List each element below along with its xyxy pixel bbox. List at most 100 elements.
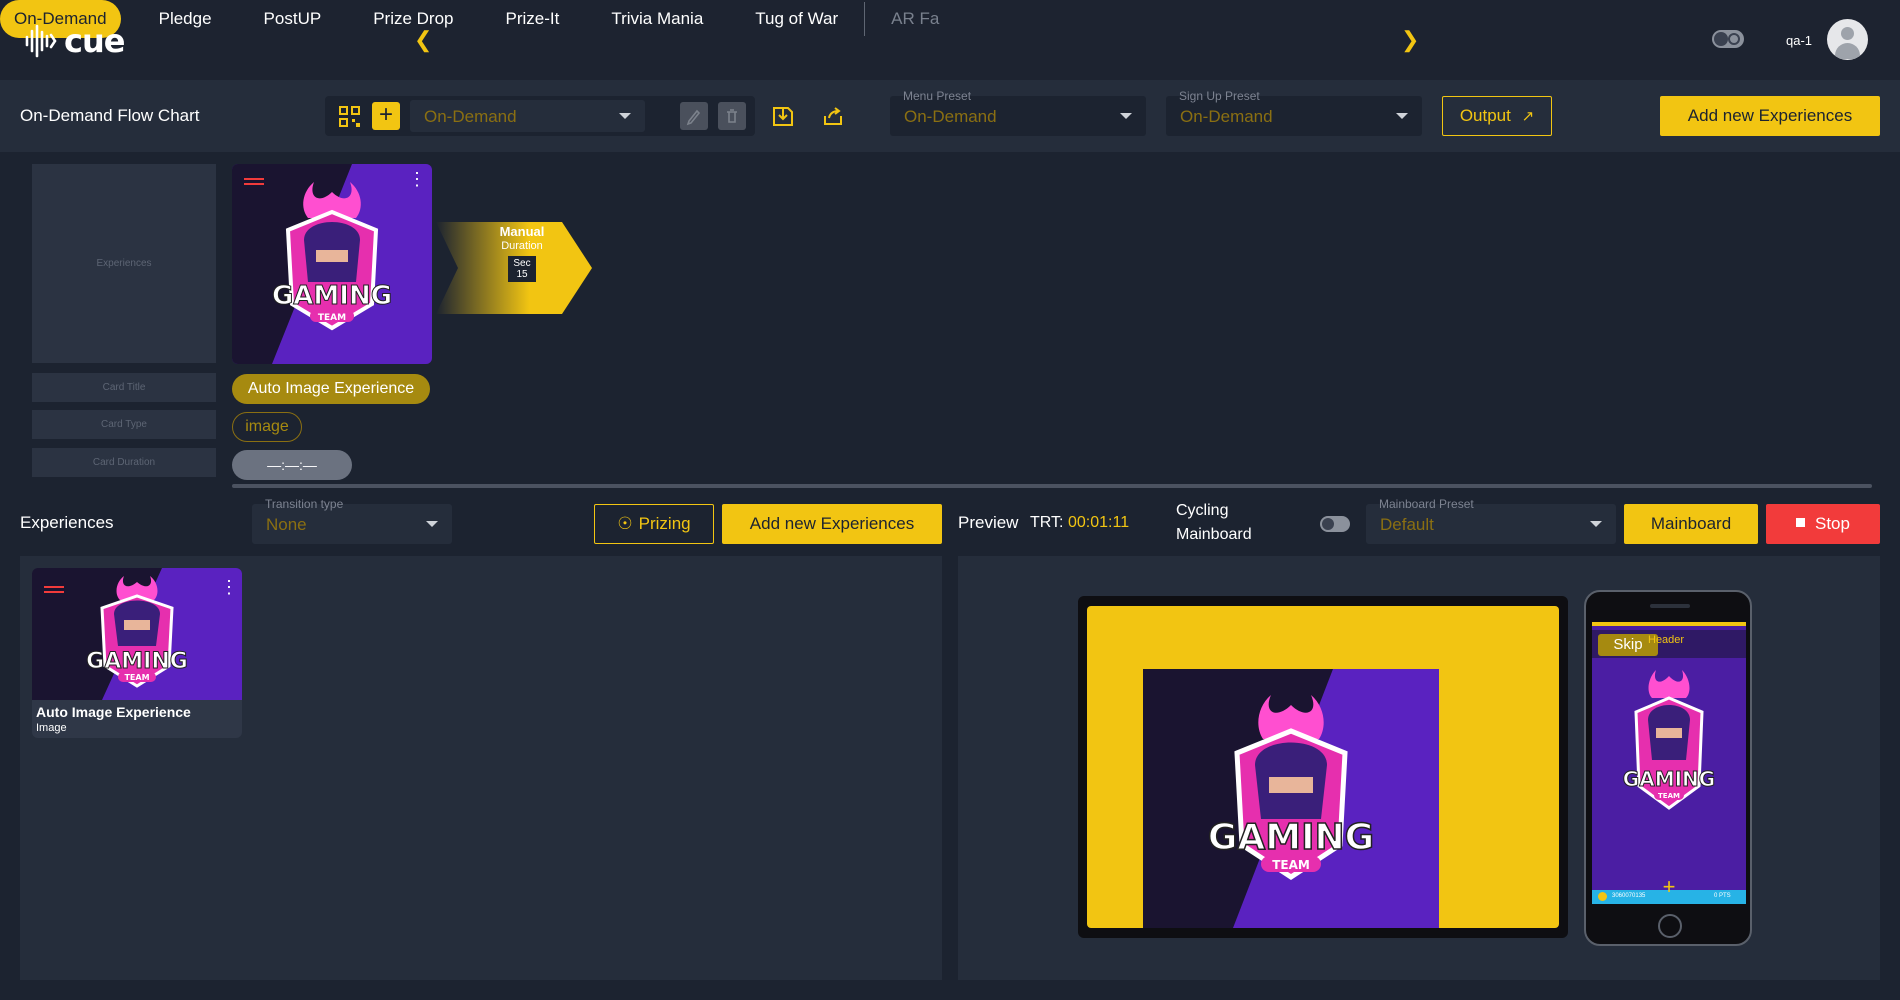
artwork-text-team: TEAM xyxy=(1272,858,1310,872)
experiences-title: Experiences xyxy=(20,513,114,532)
flow-card-image[interactable]: GAMING TEAM ⋮ xyxy=(232,164,432,364)
transition-type-select[interactable]: Transition type None xyxy=(252,497,452,544)
tab-pledge[interactable]: Pledge xyxy=(145,0,226,38)
tab-trivia-mania[interactable]: Trivia Mania xyxy=(597,0,717,38)
tab-postup[interactable]: PostUP xyxy=(250,0,336,38)
tabs-divider xyxy=(864,2,866,36)
cue-logo[interactable]: cue xyxy=(24,22,125,60)
phone-header-bar: Skip Header xyxy=(1592,630,1746,658)
nav-prev-arrow-icon[interactable]: ❮ xyxy=(414,27,432,53)
experiences-panel: GAMING TEAM ⋮ Auto Image Experience Imag… xyxy=(20,556,942,980)
menu-preset-label: Menu Preset xyxy=(903,89,972,103)
avatar-body xyxy=(1835,43,1860,59)
duration-arrow-labels: Manual Duration Sec 15 xyxy=(482,224,562,282)
phone-speaker xyxy=(1650,604,1690,608)
tablet-preview: GAMING TEAM xyxy=(1078,596,1568,938)
stop-square-icon xyxy=(1796,518,1805,528)
phone-home-button xyxy=(1658,914,1682,938)
more-vertical-icon[interactable]: ⋮ xyxy=(220,578,238,596)
gaming-team-artwork: GAMING TEAM xyxy=(1143,669,1439,928)
artwork-text-gaming: GAMING xyxy=(1623,767,1715,791)
artwork-text-team: TEAM xyxy=(318,313,346,323)
duration-value: 15 xyxy=(516,269,528,280)
prizing-label: Prizing xyxy=(638,514,691,533)
drag-handle-icon[interactable] xyxy=(244,178,264,180)
save-icon[interactable] xyxy=(771,104,795,128)
edit-flow-button[interactable] xyxy=(680,102,708,130)
phone-preview: Skip Header GAMING TEAM 3060070135 0 PTS… xyxy=(1584,590,1752,946)
experiences-add-new-button[interactable]: Add new Experiences xyxy=(722,504,942,544)
nav-next-arrow-icon[interactable]: ❯ xyxy=(1401,27,1419,53)
cycling-mainboard-toggle[interactable] xyxy=(1320,516,1350,532)
flow-select-value: On-Demand xyxy=(424,107,517,126)
cycling-label-2: Mainboard xyxy=(1176,526,1252,543)
add-flow-button[interactable]: + xyxy=(372,102,400,130)
flow-select[interactable]: On-Demand xyxy=(410,100,645,132)
flow-card-duration[interactable]: —:—:— xyxy=(232,450,352,480)
transition-type-label: Transition type xyxy=(265,497,344,511)
trt-label: TRT: xyxy=(1030,514,1064,531)
avatar-head xyxy=(1841,27,1854,40)
output-button[interactable]: Output ↗ xyxy=(1442,96,1552,136)
flow-card-title[interactable]: Auto Image Experience xyxy=(232,374,430,404)
flow-selector-group: + On-Demand xyxy=(325,96,755,136)
horizontal-scrollbar[interactable] xyxy=(232,484,1872,488)
tab-prize-it[interactable]: Prize-It xyxy=(492,0,574,38)
phone-screen: Skip Header GAMING TEAM 3060070135 0 PTS… xyxy=(1592,622,1746,904)
placeholder-card-type: Card Type xyxy=(32,410,216,439)
mainboard-button[interactable]: Mainboard xyxy=(1624,504,1758,544)
username: qa-1 xyxy=(1786,33,1813,48)
output-label: Output xyxy=(1459,106,1511,125)
signup-preset-select[interactable]: Sign Up Preset On-Demand xyxy=(1166,89,1422,136)
add-new-experiences-button[interactable]: Add new Experiences xyxy=(1660,96,1880,136)
tablet-artwork: GAMING TEAM xyxy=(1143,669,1439,928)
flowchart-toolbar: On-Demand Flow Chart + On-Demand Menu Pr… xyxy=(0,80,1900,152)
avatar[interactable] xyxy=(1827,19,1868,60)
signup-preset-value: On-Demand xyxy=(1180,107,1273,126)
award-icon: ☉ xyxy=(617,514,633,533)
experience-card-image: GAMING TEAM ⋮ xyxy=(32,568,242,700)
theme-toggle[interactable] xyxy=(1712,30,1744,48)
prizing-button[interactable]: ☉ Prizing xyxy=(594,504,714,544)
preview-panel: GAMING TEAM Skip Header GAMING TEAM 3060… xyxy=(958,556,1880,980)
duration-unit: Sec xyxy=(513,258,531,269)
gaming-team-artwork: GAMING TEAM xyxy=(232,164,432,364)
transition-type-value: None xyxy=(266,515,307,534)
tab-ar-fan[interactable]: AR Fa xyxy=(877,0,943,38)
menu-preset-select[interactable]: Menu Preset On-Demand xyxy=(890,89,1146,136)
experience-card[interactable]: GAMING TEAM ⋮ Auto Image Experience Imag… xyxy=(32,568,242,738)
stop-button[interactable]: Stop xyxy=(1766,504,1880,544)
coin-icon xyxy=(1598,892,1607,901)
chevron-down-icon xyxy=(1396,113,1408,119)
mainboard-preset-select[interactable]: Mainboard Preset Default xyxy=(1366,497,1616,544)
artwork-text-gaming: GAMING xyxy=(1208,817,1374,858)
phone-add-icon[interactable]: + xyxy=(1659,876,1679,898)
phone-footer-id: 3060070135 xyxy=(1612,893,1646,899)
chevron-down-icon xyxy=(1590,521,1602,527)
cycling-label-1: Cycling xyxy=(1176,502,1229,519)
experience-card-type: Image xyxy=(36,722,67,734)
qr-code-icon[interactable] xyxy=(338,105,362,129)
preview-title: Preview xyxy=(958,513,1019,532)
duration-sub: Duration xyxy=(501,240,543,252)
toggle-knob xyxy=(1322,518,1334,530)
more-vertical-icon[interactable]: ⋮ xyxy=(408,170,426,188)
delete-flow-button[interactable] xyxy=(718,102,746,130)
moon-icon xyxy=(1728,33,1740,45)
toggle-knob xyxy=(1714,32,1728,46)
trash-icon xyxy=(727,109,737,123)
flow-card-type[interactable]: image xyxy=(232,412,302,442)
tablet-screen: GAMING TEAM xyxy=(1087,606,1559,928)
share-icon[interactable] xyxy=(821,104,845,128)
external-link-icon: ↗ xyxy=(1521,108,1535,125)
drag-handle-icon[interactable] xyxy=(44,586,64,588)
placeholder-experiences: Experiences xyxy=(32,164,216,363)
placeholder-card-duration: Card Duration xyxy=(32,448,216,477)
mainboard-preset-value: Default xyxy=(1380,515,1434,534)
tab-tug-of-war[interactable]: Tug of War xyxy=(741,0,852,38)
waveform-icon xyxy=(25,24,57,58)
duration-mode: Manual xyxy=(499,224,545,239)
phone-header-label: Header xyxy=(1648,634,1685,646)
artwork-text-team: TEAM xyxy=(124,673,149,682)
pencil-icon xyxy=(686,109,701,126)
